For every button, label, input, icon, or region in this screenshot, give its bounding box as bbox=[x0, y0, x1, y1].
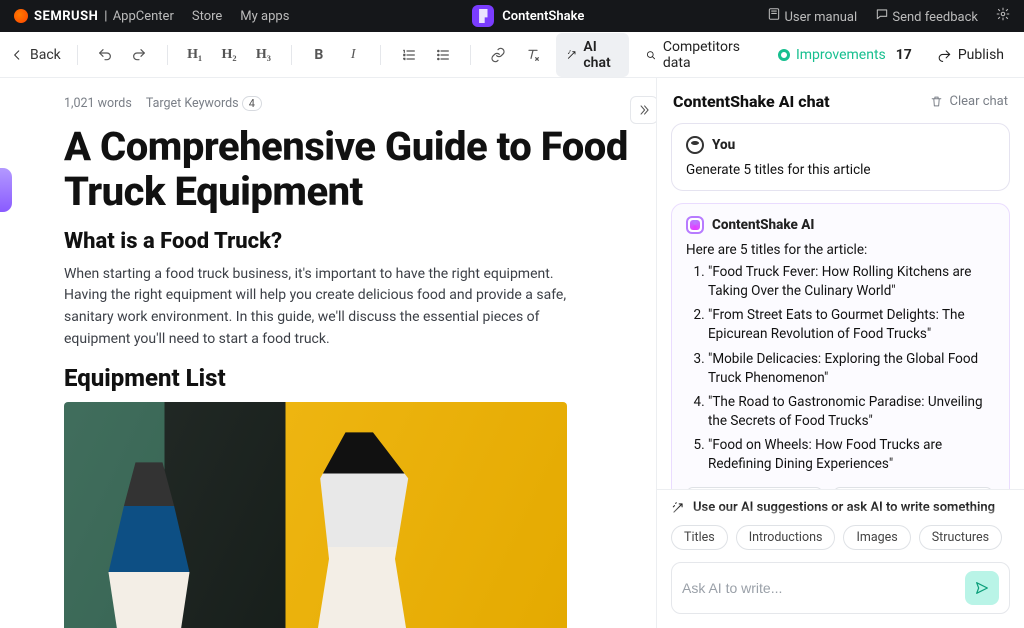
chat-hint: Use our AI suggestions or ask AI to writ… bbox=[671, 500, 1010, 515]
undo-button[interactable] bbox=[94, 43, 116, 67]
ai-title-list: "Food Truck Fever: How Rolling Kitchens … bbox=[686, 263, 995, 475]
collapse-chat-button[interactable] bbox=[630, 96, 656, 124]
ordered-list-button[interactable] bbox=[397, 43, 419, 67]
unordered-list-icon bbox=[435, 47, 451, 63]
doc-image-foodtruck[interactable] bbox=[64, 402, 567, 628]
ai-title-2: "From Street Eats to Gourmet Delights: T… bbox=[708, 306, 995, 344]
italic-icon: I bbox=[351, 47, 356, 63]
nav-my-apps[interactable]: My apps bbox=[240, 9, 289, 24]
heading1-button[interactable]: H₁ bbox=[183, 43, 205, 67]
bold-button[interactable]: B bbox=[308, 43, 330, 67]
share-arrow-icon bbox=[938, 48, 952, 62]
app-topbar: SEMRUSH | AppCenter Store My apps Conten… bbox=[0, 0, 1024, 32]
ai-avatar-icon bbox=[686, 216, 704, 234]
brand-name: SEMRUSH bbox=[34, 9, 98, 24]
chat-input[interactable] bbox=[682, 580, 955, 596]
trash-icon bbox=[930, 95, 943, 108]
send-button[interactable] bbox=[965, 571, 999, 605]
bold-icon: B bbox=[314, 47, 323, 63]
book-icon bbox=[767, 7, 781, 21]
progress-ring-icon bbox=[778, 49, 790, 61]
tab-competitors[interactable]: Competitors data bbox=[635, 33, 762, 77]
chip-structures[interactable]: Structures bbox=[919, 525, 1002, 550]
clear-chat-button[interactable]: Clear chat bbox=[930, 94, 1008, 109]
user-manual-link[interactable]: User manual bbox=[767, 7, 857, 25]
ordered-list-icon bbox=[401, 47, 417, 63]
publish-button[interactable]: Publish bbox=[928, 41, 1014, 69]
ai-chat-panel: ContentShake AI chat Clear chat You Gene… bbox=[656, 78, 1024, 628]
chip-titles[interactable]: Titles bbox=[671, 525, 728, 550]
chat-input-area: Use our AI suggestions or ask AI to writ… bbox=[657, 489, 1024, 628]
redo-button[interactable] bbox=[128, 43, 150, 67]
chat-msg-user-1: You Generate 5 titles for this article bbox=[671, 123, 1010, 191]
ai-title-1: "Food Truck Fever: How Rolling Kitchens … bbox=[708, 263, 995, 301]
editor-toolbar: Back H₁ H₂ H₃ B I AI chat Competitors da… bbox=[0, 32, 1024, 78]
app-title: ContentShake bbox=[472, 5, 584, 27]
doc-meta: 1,021 words Target Keywords 4 bbox=[64, 96, 634, 111]
send-icon bbox=[974, 580, 990, 596]
wand-icon bbox=[566, 48, 577, 62]
settings-button[interactable] bbox=[996, 7, 1010, 25]
search-icon bbox=[645, 48, 657, 62]
brand-sub: | AppCenter bbox=[104, 9, 174, 24]
tab-ai-chat[interactable]: AI chat bbox=[556, 33, 629, 77]
chip-introductions[interactable]: Introductions bbox=[736, 525, 836, 550]
link-icon bbox=[490, 47, 506, 63]
clear-format-button[interactable] bbox=[522, 43, 544, 67]
chat-msg-ai-1: ContentShake AI Here are 5 titles for th… bbox=[671, 203, 1010, 489]
doc-paragraph-1[interactable]: When starting a food truck business, it'… bbox=[64, 264, 584, 351]
back-button[interactable]: Back bbox=[10, 47, 61, 63]
gear-icon bbox=[996, 7, 1010, 21]
user-avatar-icon bbox=[686, 136, 704, 154]
brand[interactable]: SEMRUSH | AppCenter bbox=[14, 9, 174, 24]
ai-title-3: "Mobile Delicacies: Exploring the Global… bbox=[708, 350, 995, 388]
chip-images[interactable]: Images bbox=[843, 525, 910, 550]
nav-store[interactable]: Store bbox=[192, 9, 222, 24]
ai-title-5: "Food on Wheels: How Food Trucks are Red… bbox=[708, 436, 995, 474]
doc-h2-1[interactable]: What is a Food Truck? bbox=[64, 229, 634, 254]
doc-title[interactable]: A Comprehensive Guide to Food Truck Equi… bbox=[64, 125, 634, 215]
semrush-logo-icon bbox=[14, 9, 28, 23]
target-keywords[interactable]: Target Keywords 4 bbox=[146, 96, 262, 111]
tab-improvements[interactable]: Improvements 17 bbox=[768, 41, 922, 69]
heading2-button[interactable]: H₂ bbox=[218, 43, 240, 67]
redo-icon bbox=[131, 47, 147, 63]
send-feedback-link[interactable]: Send feedback bbox=[875, 7, 978, 25]
undo-icon bbox=[97, 47, 113, 63]
document-editor[interactable]: 1,021 words Target Keywords 4 A Comprehe… bbox=[0, 78, 656, 628]
word-count: 1,021 words bbox=[64, 96, 132, 111]
chat-icon bbox=[875, 7, 889, 21]
link-button[interactable] bbox=[487, 43, 509, 67]
arrow-left-icon bbox=[10, 48, 24, 62]
italic-button[interactable]: I bbox=[342, 43, 364, 67]
unordered-list-button[interactable] bbox=[432, 43, 454, 67]
ai-title-4: "The Road to Gastronomic Paradise: Unvei… bbox=[708, 393, 995, 431]
chat-msg-user-1-text: Generate 5 titles for this article bbox=[686, 162, 995, 178]
left-drawer-handle[interactable] bbox=[0, 168, 12, 212]
chat-title: ContentShake AI chat bbox=[673, 92, 830, 111]
heading3-button[interactable]: H₃ bbox=[252, 43, 274, 67]
sparkle-wand-icon bbox=[671, 501, 685, 515]
chat-msg-ai-intro: Here are 5 titles for the article: bbox=[686, 242, 995, 258]
contentshake-logo-icon bbox=[472, 5, 494, 27]
doc-h2-2[interactable]: Equipment List bbox=[64, 364, 634, 392]
chevron-right-double-icon bbox=[637, 103, 651, 117]
clear-format-icon bbox=[525, 47, 541, 63]
keywords-count-pill: 4 bbox=[242, 96, 262, 111]
